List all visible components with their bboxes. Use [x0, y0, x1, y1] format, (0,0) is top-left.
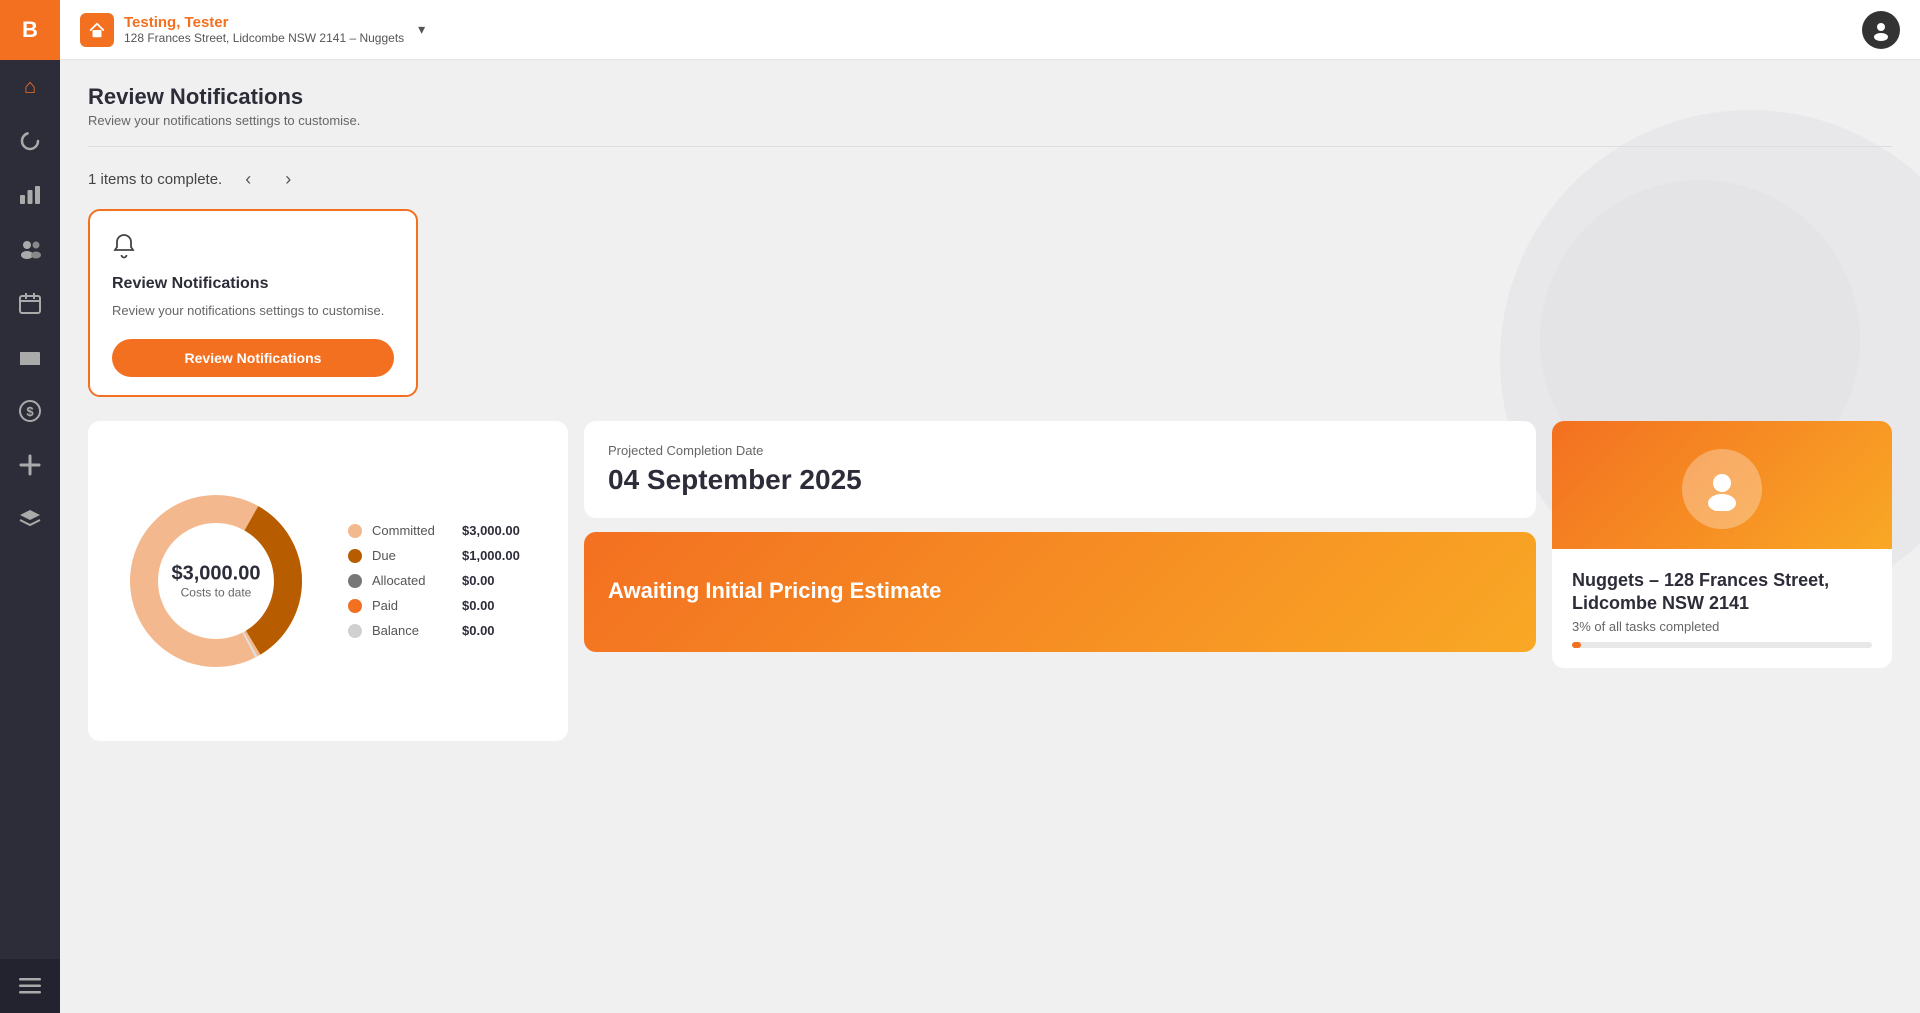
- sidebar-item-calendar[interactable]: [0, 276, 60, 330]
- svg-text:$: $: [26, 404, 34, 419]
- legend-dot: [348, 524, 362, 538]
- topbar-user-name: Testing, Tester: [124, 14, 404, 31]
- sidebar-item-charts[interactable]: [0, 168, 60, 222]
- sidebar-item-dollar[interactable]: $: [0, 384, 60, 438]
- sidebar-item-layers[interactable]: [0, 492, 60, 546]
- dashboard-row: $3,000.00 Costs to date Committed $3,000…: [88, 421, 1892, 741]
- donut-center: $3,000.00 Costs to date: [172, 562, 261, 599]
- review-notifications-button[interactable]: Review Notifications: [112, 339, 394, 377]
- legend-name: Balance: [372, 623, 452, 638]
- projection-label: Projected Completion Date: [608, 443, 1512, 458]
- topbar-left: Testing, Tester 128 Frances Street, Lidc…: [80, 13, 425, 47]
- legend-value: $0.00: [462, 623, 495, 638]
- brand-logo: B: [22, 17, 38, 43]
- projection-date: 04 September 2025: [608, 464, 1512, 496]
- legend-name: Allocated: [372, 573, 452, 588]
- topbar-chevron-icon[interactable]: ▾: [418, 21, 425, 38]
- legend-item: Allocated $0.00: [348, 573, 520, 588]
- sidebar-bottom-menu[interactable]: [0, 959, 60, 1013]
- topbar-info: Testing, Tester 128 Frances Street, Lidc…: [124, 14, 404, 45]
- costs-card: $3,000.00 Costs to date Committed $3,000…: [88, 421, 568, 741]
- legend-item: Due $1,000.00: [348, 548, 520, 563]
- right-cards: Projected Completion Date 04 September 2…: [584, 421, 1536, 652]
- property-avatar: [1682, 449, 1762, 529]
- property-card: Nuggets – 128 Frances Street, Lidcombe N…: [1552, 421, 1892, 669]
- property-card-body: Nuggets – 128 Frances Street, Lidcombe N…: [1552, 549, 1892, 669]
- donut-chart: $3,000.00 Costs to date: [116, 481, 316, 681]
- awaiting-text: Awaiting Initial Pricing Estimate: [608, 577, 941, 606]
- page-header: Review Notifications Review your notific…: [88, 84, 1892, 128]
- property-title: Nuggets – 128 Frances Street, Lidcombe N…: [1572, 569, 1872, 616]
- main-area: Testing, Tester 128 Frances Street, Lidc…: [60, 0, 1920, 1013]
- task-card-description: Review your notifications settings to cu…: [112, 301, 394, 321]
- costs-legend: Committed $3,000.00 Due $1,000.00 Alloca…: [348, 523, 520, 638]
- legend-name: Committed: [372, 523, 452, 538]
- sidebar-logo[interactable]: B: [0, 0, 60, 60]
- topbar-home-icon[interactable]: [80, 13, 114, 47]
- topbar-address: 128 Frances Street, Lidcombe NSW 2141 – …: [124, 31, 404, 45]
- sidebar-item-folder[interactable]: [0, 330, 60, 384]
- donut-label: Costs to date: [172, 585, 261, 599]
- donut-amount: $3,000.00: [172, 562, 261, 585]
- projection-card: Projected Completion Date 04 September 2…: [584, 421, 1536, 518]
- legend-value: $0.00: [462, 573, 495, 588]
- legend-name: Due: [372, 548, 452, 563]
- legend-value: $3,000.00: [462, 523, 520, 538]
- legend-item: Balance $0.00: [348, 623, 520, 638]
- nav-prev-button[interactable]: ‹: [234, 165, 262, 193]
- progress-bar-fill: [1572, 642, 1581, 648]
- topbar: Testing, Tester 128 Frances Street, Lidc…: [60, 0, 1920, 60]
- task-card-title: Review Notifications: [112, 275, 394, 293]
- progress-bar-bg: [1572, 642, 1872, 648]
- legend-dot: [348, 599, 362, 613]
- sidebar-item-people[interactable]: [0, 222, 60, 276]
- property-card-top: [1552, 421, 1892, 549]
- topbar-avatar[interactable]: [1862, 11, 1900, 49]
- legend-dot: [348, 574, 362, 588]
- legend-dot: [348, 624, 362, 638]
- legend-dot: [348, 549, 362, 563]
- task-card-bell-icon: [112, 233, 394, 265]
- legend-item: Paid $0.00: [348, 598, 520, 613]
- property-progress-label: 3% of all tasks completed: [1572, 619, 1872, 634]
- task-card: Review Notifications Review your notific…: [88, 209, 418, 397]
- awaiting-card: Awaiting Initial Pricing Estimate: [584, 532, 1536, 652]
- content-area: Review Notifications Review your notific…: [60, 60, 1920, 1013]
- items-count: 1 items to complete.: [88, 171, 222, 188]
- legend-value: $1,000.00: [462, 548, 520, 563]
- legend-name: Paid: [372, 598, 452, 613]
- page-title: Review Notifications: [88, 84, 1892, 110]
- nav-next-button[interactable]: ›: [274, 165, 302, 193]
- sidebar-item-home[interactable]: ⌂: [0, 60, 60, 114]
- sidebar: B ⌂: [0, 0, 60, 1013]
- legend-value: $0.00: [462, 598, 495, 613]
- page-subtitle: Review your notifications settings to cu…: [88, 113, 1892, 128]
- legend-item: Committed $3,000.00: [348, 523, 520, 538]
- sidebar-item-tools[interactable]: [0, 438, 60, 492]
- sidebar-item-loading[interactable]: [0, 114, 60, 168]
- items-row: 1 items to complete. ‹ ›: [88, 165, 1892, 193]
- divider: [88, 146, 1892, 147]
